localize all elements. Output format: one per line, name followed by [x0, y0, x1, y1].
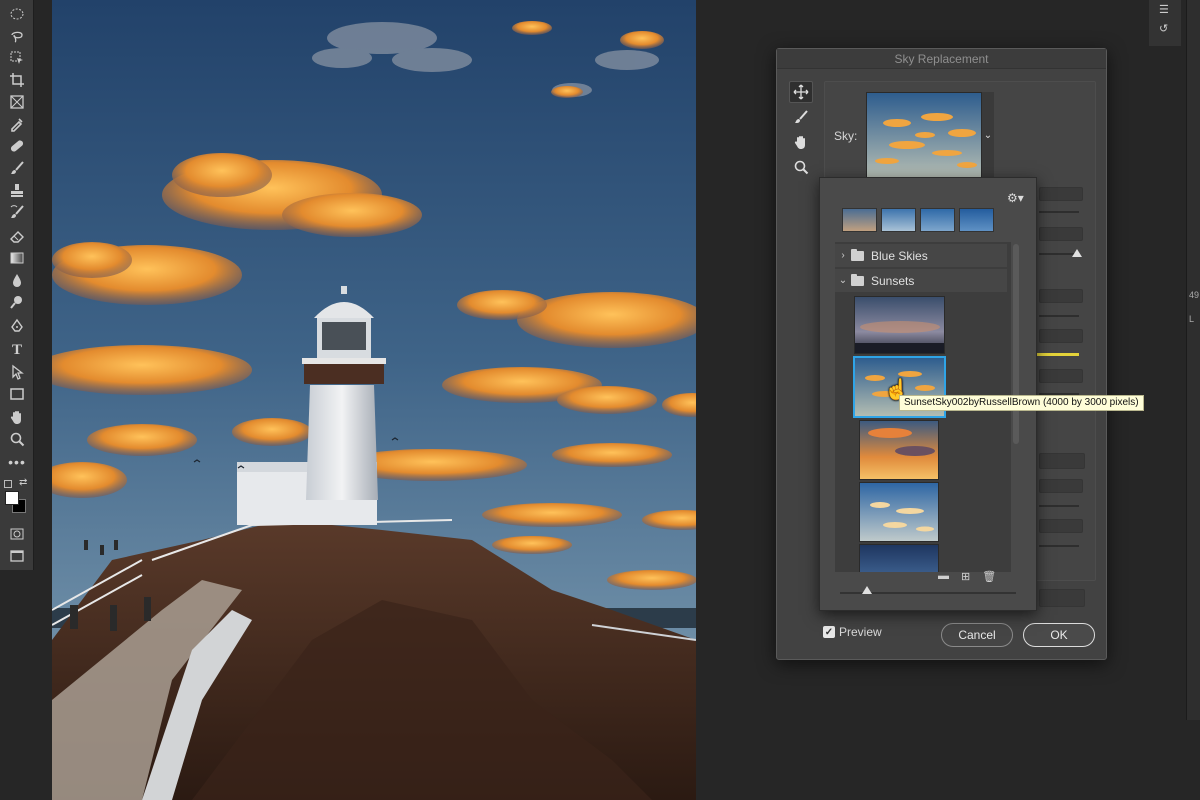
lighting-mode-select[interactable]	[1039, 453, 1085, 469]
blur-icon[interactable]	[5, 270, 29, 290]
sky-preset-thumbnail[interactable]	[859, 544, 939, 572]
properties-strip: ☰ ↺	[1149, 0, 1181, 46]
object-select-icon[interactable]	[5, 48, 29, 68]
fade-edge-field[interactable]	[1039, 227, 1083, 241]
folder-label: Sunsets	[871, 273, 915, 288]
folder-icon	[851, 248, 864, 261]
sky-preset-thumbnail[interactable]	[859, 420, 939, 480]
folder-blue-skies[interactable]: › Blue Skies	[835, 244, 1007, 267]
brush-icon[interactable]	[5, 158, 29, 178]
lighting-adjustment-field[interactable]	[1039, 479, 1083, 493]
brightness-slider[interactable]	[1039, 315, 1079, 317]
lasso-icon[interactable]	[5, 26, 29, 46]
photoshop-window: T ••• ⇄ ☰ ↺ 49 L Sky Replacement Sky: ⌄ …	[0, 0, 1200, 800]
recent-sky-thumbnail[interactable]	[920, 208, 955, 232]
sky-preset-thumbnail[interactable]	[859, 482, 939, 542]
shift-edge-slider[interactable]	[1039, 211, 1079, 213]
chevron-down-icon[interactable]: ⌄	[835, 275, 851, 286]
pen-icon[interactable]	[5, 316, 29, 336]
preview-checkbox[interactable]: ✓	[823, 626, 835, 638]
eraser-icon[interactable]	[5, 226, 29, 246]
lighthouse-photo	[52, 0, 696, 800]
preset-list-scrollbar[interactable]	[1013, 244, 1019, 444]
folder-sunsets[interactable]: ⌄ Sunsets	[835, 269, 1007, 292]
gradient-icon[interactable]	[5, 248, 29, 268]
brightness-field[interactable]	[1039, 289, 1083, 303]
ok-button[interactable]: OK	[1023, 623, 1095, 647]
folder-label: Blue Skies	[871, 248, 928, 263]
sky-label: Sky:	[834, 129, 858, 143]
temperature-slider[interactable]	[1035, 353, 1079, 356]
hand-icon[interactable]	[5, 407, 29, 427]
preview-label: Preview	[839, 625, 882, 639]
history-icon[interactable]: ↺	[1159, 22, 1168, 35]
document-canvas[interactable]	[52, 0, 696, 800]
dialog-title: Sky Replacement	[777, 49, 1106, 69]
marquee-icon[interactable]	[5, 4, 29, 24]
recent-sky-thumbnail[interactable]	[842, 208, 877, 232]
path-select-icon[interactable]	[5, 362, 29, 382]
add-sky-icon[interactable]: ⊞	[961, 570, 970, 583]
history-brush-icon[interactable]	[5, 202, 29, 222]
preset-actions: ▬ ⊞ 🗑︎	[938, 570, 996, 583]
sky-preset-picker: ⚙▾ › Blue Skies ⌄ Sunsets ▬ ⊞ 🗑︎	[819, 177, 1037, 611]
healing-icon[interactable]	[5, 136, 29, 156]
zoom-icon[interactable]	[5, 429, 29, 449]
gear-icon[interactable]: ⚙▾	[1007, 191, 1024, 205]
quick-mask-icon[interactable]	[5, 524, 29, 544]
sky-tooltip: SunsetSky002byRussellBrown (4000 by 3000…	[899, 395, 1144, 411]
cancel-button[interactable]: Cancel	[941, 623, 1013, 647]
lighting-adjustment-slider[interactable]	[1039, 505, 1079, 507]
chevron-right-icon[interactable]: ›	[835, 250, 851, 261]
crop-icon[interactable]	[5, 70, 29, 90]
more-icon[interactable]: •••	[5, 452, 29, 472]
frame-icon[interactable]	[5, 92, 29, 112]
type-icon[interactable]: T	[5, 340, 29, 360]
default-colors-icon[interactable]	[4, 480, 12, 488]
shift-edge-field[interactable]	[1039, 187, 1083, 201]
zoom-icon[interactable]	[789, 156, 813, 178]
thumbnail-size-slider-knob[interactable]	[862, 586, 872, 594]
swap-colors-icon[interactable]: ⇄	[19, 477, 27, 488]
foreground-color-swatch[interactable]	[5, 491, 19, 505]
tools-panel: T ••• ⇄	[0, 0, 34, 570]
panel-value: 49	[1189, 290, 1200, 300]
fade-edge-slider-knob[interactable]	[1072, 249, 1082, 257]
sky-dropdown-chevron-icon[interactable]: ⌄	[982, 92, 994, 178]
output-to-select[interactable]	[1039, 589, 1085, 607]
trash-icon[interactable]: 🗑︎	[982, 570, 996, 583]
panel-tab[interactable]: L	[1189, 314, 1194, 324]
sky-brush-icon[interactable]	[789, 106, 813, 128]
layers-panel-edge: 49 L	[1186, 0, 1200, 720]
sky-preset-thumbnail[interactable]	[854, 296, 945, 354]
dialog-toolbar	[789, 81, 815, 181]
folder-icon	[851, 273, 864, 286]
selected-sky-thumbnail[interactable]	[866, 92, 982, 178]
stamp-icon[interactable]	[5, 180, 29, 200]
screen-mode-icon[interactable]	[5, 546, 29, 566]
scale-field[interactable]	[1039, 369, 1083, 383]
recent-sky-thumbnail[interactable]	[881, 208, 916, 232]
temperature-field[interactable]	[1039, 329, 1083, 343]
dodge-icon[interactable]	[5, 292, 29, 312]
move-sky-icon[interactable]	[789, 81, 813, 103]
hand-icon[interactable]	[789, 131, 813, 153]
color-adjustment-field[interactable]	[1039, 519, 1083, 533]
recent-sky-thumbnail[interactable]	[959, 208, 994, 232]
adjustments-icon[interactable]: ☰	[1159, 3, 1169, 16]
eyedropper-icon[interactable]	[5, 114, 29, 134]
color-adjustment-slider[interactable]	[1039, 545, 1079, 547]
recent-skies	[842, 208, 1018, 234]
rectangle-icon[interactable]	[5, 384, 29, 404]
new-folder-icon[interactable]: ▬	[938, 570, 949, 583]
